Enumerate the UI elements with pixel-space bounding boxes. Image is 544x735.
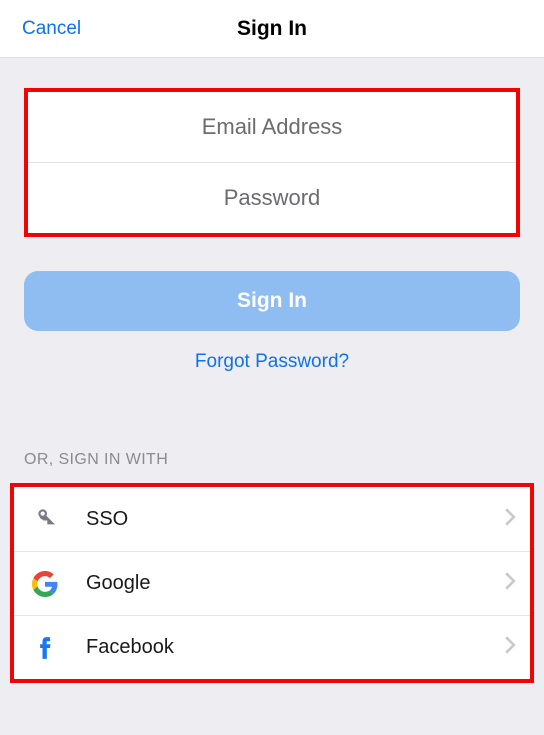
email-row: [28, 92, 516, 162]
chevron-right-icon: [504, 636, 516, 659]
forgot-password-link[interactable]: Forgot Password?: [0, 351, 544, 373]
header-bar: Cancel Sign In: [0, 0, 544, 58]
provider-label: Google: [86, 572, 504, 595]
credentials-form: [24, 88, 520, 237]
chevron-right-icon: [504, 508, 516, 531]
page-title: Sign In: [237, 17, 307, 41]
provider-sso[interactable]: SSO: [14, 487, 530, 551]
email-field[interactable]: [28, 114, 516, 140]
google-icon: [30, 569, 60, 599]
provider-label: SSO: [86, 508, 504, 531]
provider-google[interactable]: Google: [14, 551, 530, 615]
provider-label: Facebook: [86, 636, 504, 659]
facebook-icon: [30, 633, 60, 663]
chevron-right-icon: [504, 572, 516, 595]
cancel-button[interactable]: Cancel: [0, 18, 81, 40]
signin-button[interactable]: Sign In: [24, 271, 520, 331]
key-icon: [30, 504, 60, 534]
password-row: [28, 163, 516, 233]
provider-list: SSO Google Facebook: [10, 483, 534, 683]
or-signin-label: OR, SIGN IN WITH: [24, 451, 544, 469]
provider-facebook[interactable]: Facebook: [14, 615, 530, 679]
password-field[interactable]: [28, 185, 516, 211]
